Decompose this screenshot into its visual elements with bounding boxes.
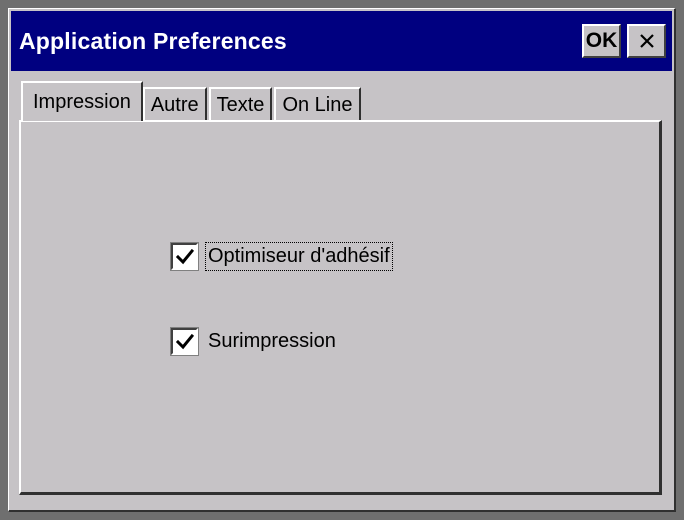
optimiseur-label[interactable]: Optimiseur d'adhésif: [205, 242, 393, 271]
surimpression-label[interactable]: Surimpression: [208, 330, 336, 353]
tab-texte[interactable]: Texte: [208, 87, 273, 121]
tab-strip: Impression Autre Texte On Line: [21, 81, 363, 121]
checkmark-icon: [175, 248, 194, 264]
option-surimpression[interactable]: Surimpression: [170, 327, 336, 356]
ok-button[interactable]: OK: [582, 24, 621, 58]
preferences-window: Application Preferences OK Impression Au…: [8, 8, 676, 512]
checkmark-icon: [175, 333, 194, 349]
tab-impression[interactable]: Impression: [21, 81, 143, 121]
tab-on-line[interactable]: On Line: [274, 87, 361, 121]
close-icon: [639, 34, 654, 48]
surimpression-checkbox[interactable]: [170, 327, 199, 356]
option-optimiseur[interactable]: Optimiseur d'adhésif: [170, 242, 393, 271]
tab-panel-impression: Optimiseur d'adhésif Surimpression: [19, 120, 662, 495]
tab-autre[interactable]: Autre: [142, 87, 207, 121]
optimiseur-checkbox[interactable]: [170, 242, 199, 271]
window-title: Application Preferences: [19, 27, 287, 54]
title-buttons: OK: [582, 24, 666, 58]
close-button[interactable]: [627, 24, 666, 58]
title-bar: Application Preferences OK: [11, 11, 672, 71]
